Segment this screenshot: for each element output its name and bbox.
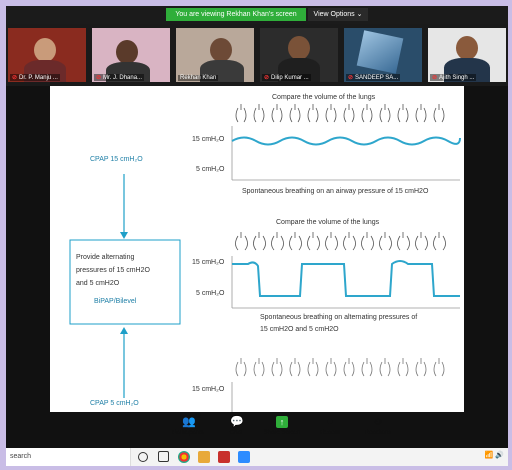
y-tick-5: 5 cmH₂O <box>196 290 225 297</box>
y-tick-15: 15 cmH₂O <box>192 259 225 266</box>
arrow-head-icon <box>120 327 128 334</box>
participant-name: Rekhan Khan <box>178 75 219 81</box>
participant-name: ⊘ Mr. J. Dhana... <box>94 74 145 81</box>
system-tray: 📶 🔊 <box>485 451 504 459</box>
share-screen-button[interactable]: ↑ Share Screen <box>260 416 304 436</box>
people-icon: 👥 <box>182 416 196 428</box>
chart-caption: 15 cmH2O and 5 cmH2O <box>260 326 339 333</box>
participant-name: ⊘ Dilip Kumar ... <box>262 74 311 81</box>
chat-icon: 💬 <box>230 416 244 428</box>
view-options-button[interactable]: View Options ⌄ <box>308 8 368 21</box>
participant-tile[interactable]: ⊘ SANDEEP SA... <box>344 28 422 82</box>
y-tick-15: 15 cmH₂O <box>192 136 225 143</box>
participant-name: ⊘ Dr. P. Manju ... <box>10 74 60 81</box>
slide-graphics <box>69 104 461 412</box>
y-tick-5: 5 cmH₂O <box>196 166 225 173</box>
arrow-head-icon <box>120 232 128 239</box>
muted-mic-icon: ⊘ <box>348 75 354 81</box>
participants-label: Participants <box>172 430 204 436</box>
viewing-screen-label: You are viewing Rekhan Khan's screen <box>166 8 306 21</box>
reactions-button[interactable]: ☺ Reactions <box>356 416 400 436</box>
meeting-toolbar: 👥 28 Participants 💬 Chat ↑ Share Screen … <box>166 412 406 450</box>
office-icon[interactable] <box>218 451 230 463</box>
share-screen-icon: ↑ <box>276 416 288 428</box>
zoom-icon[interactable] <box>238 451 250 463</box>
cpap-5-label: CPAP 5 cmH₂O <box>90 400 139 407</box>
box-text: pressures of 15 cmH2O <box>76 267 150 274</box>
chat-button[interactable]: 💬 Chat <box>214 416 258 436</box>
participant-tile[interactable]: ⊘ Mr. J. Dhana... <box>92 28 170 82</box>
shared-slide: Compare the volume of the lungs Compare … <box>50 86 464 412</box>
participant-name: ⊘ Ajith Singh ... <box>430 74 477 81</box>
muted-mic-icon: ⊘ <box>96 75 102 81</box>
smiley-icon: ☺ <box>372 416 384 428</box>
participant-tile[interactable]: ⊘ Ajith Singh ... <box>428 28 506 82</box>
cpap-15-label: CPAP 15 cmH₂O <box>90 156 143 163</box>
record-label: Record <box>320 430 340 436</box>
volume-icon[interactable]: 🔊 <box>495 452 504 459</box>
taskbar-search-box[interactable]: search <box>6 448 131 466</box>
lung-icons-row <box>235 232 446 251</box>
lung-icons-row <box>235 358 445 377</box>
slide-heading: Compare the volume of the lungs <box>272 94 376 101</box>
pressure-wave-15 <box>231 136 461 146</box>
chart-caption: Spontaneous breathing on alternating pre… <box>260 314 418 321</box>
muted-mic-icon: ⊘ <box>264 75 270 81</box>
share-screen-label: Share Screen <box>263 430 301 436</box>
box-text: Provide alternating <box>76 254 135 261</box>
reactions-label: Reactions <box>364 430 392 436</box>
cortana-icon[interactable] <box>138 452 148 462</box>
windows-taskbar: search 📶 🔊 <box>6 448 508 466</box>
slide-heading: Compare the volume of the lungs <box>276 219 380 226</box>
chart-caption: Spontaneous breathing on an airway press… <box>242 188 429 195</box>
pressure-wave-alternating <box>232 260 460 297</box>
lung-icons-row <box>235 104 445 123</box>
network-icon[interactable]: 📶 <box>485 452 494 459</box>
participant-name: ⊘ SANDEEP SA... <box>346 74 401 81</box>
task-view-icon[interactable] <box>158 451 169 462</box>
participant-strip: ⊘ Dr. P. Manju ... ⊘ Mr. J. Dhana... Rekha… <box>6 24 508 86</box>
record-button[interactable]: ⏺ Record <box>308 416 352 436</box>
participant-tile[interactable]: ⊘ Dilip Kumar ... <box>260 28 338 82</box>
muted-mic-icon: ⊘ <box>12 75 18 81</box>
participants-count: 28 <box>194 414 201 420</box>
share-banner: You are viewing Rekhan Khan's screen Vie… <box>6 6 508 24</box>
participant-tile[interactable]: Rekhan Khan <box>176 28 254 82</box>
participants-button[interactable]: 👥 28 Participants <box>166 414 210 436</box>
file-explorer-icon[interactable] <box>198 451 210 463</box>
record-icon: ⏺ <box>327 416 333 428</box>
y-tick-15: 15 cmH₂O <box>192 386 225 393</box>
box-text: and 5 cmH2O <box>76 280 120 287</box>
chrome-icon[interactable] <box>178 451 190 463</box>
muted-mic-icon: ⊘ <box>432 75 438 81</box>
bipap-label: BiPAP/Bilevel <box>94 298 137 305</box>
participant-tile[interactable]: ⊘ Dr. P. Manju ... <box>8 28 86 82</box>
zoom-window: You are viewing Rekhan Khan's screen Vie… <box>6 6 508 464</box>
chat-label: Chat <box>229 430 243 436</box>
